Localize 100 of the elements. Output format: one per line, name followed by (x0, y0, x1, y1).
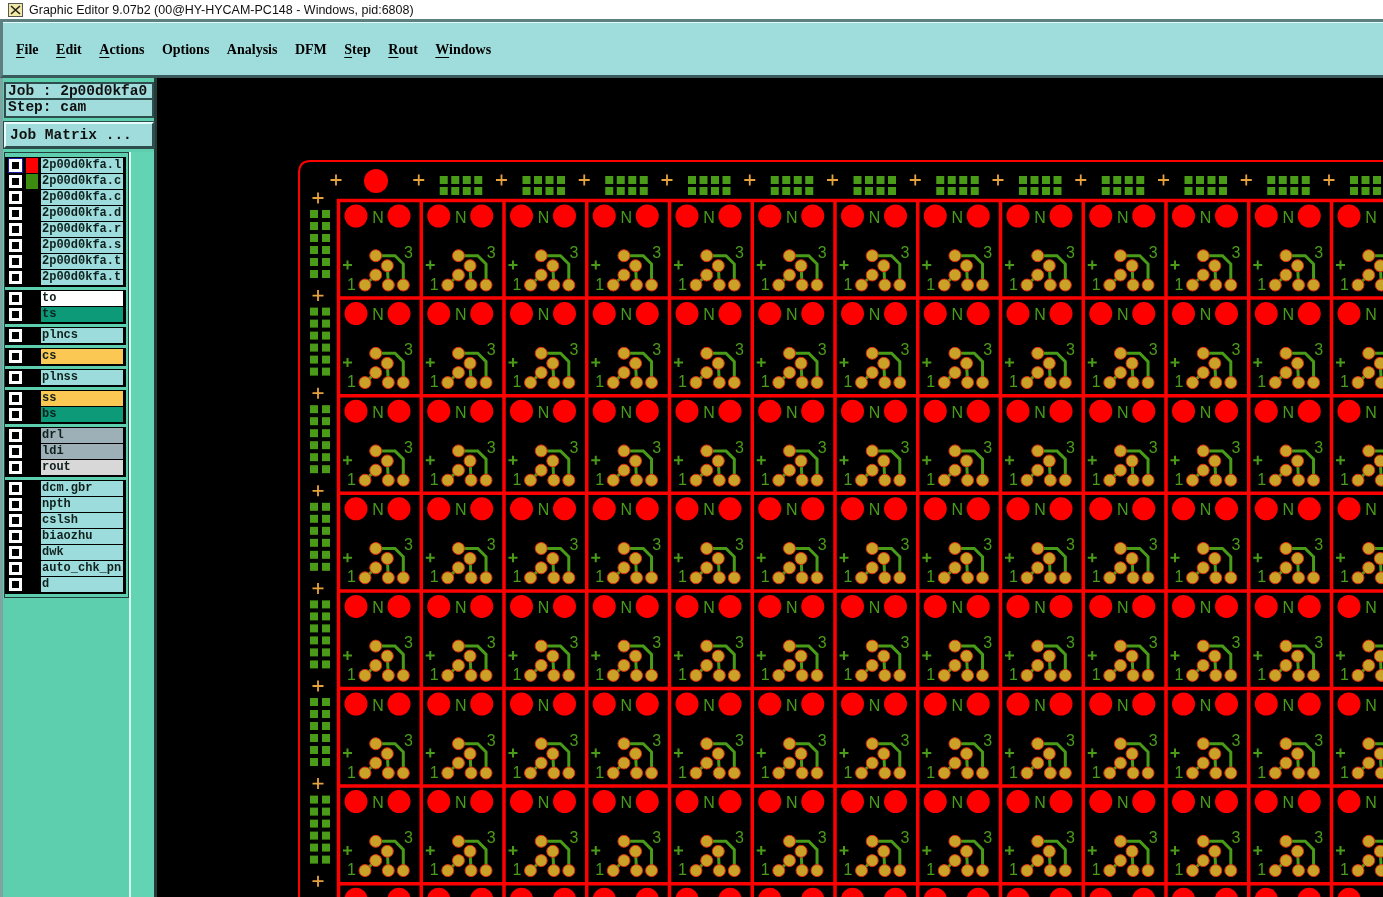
pin-number-label: 3 (1314, 341, 1324, 359)
layer-name[interactable]: cs (41, 349, 123, 364)
layer-name[interactable]: 2p00d0kfa.r (41, 222, 123, 237)
layer-checkbox[interactable] (8, 238, 23, 253)
plus-mark-icon (1086, 454, 1098, 466)
plus-mark-icon (991, 173, 1005, 187)
layer-name[interactable]: biaozhu (41, 529, 123, 544)
layer-checkbox[interactable] (8, 481, 23, 496)
layer-name[interactable]: dwk (41, 545, 123, 560)
round-pad (801, 692, 825, 716)
layer-checkbox[interactable] (8, 428, 23, 443)
layer-checkbox[interactable] (8, 497, 23, 512)
plus-mark-icon (424, 845, 436, 857)
layer-name[interactable]: dcm.gbr (41, 481, 123, 496)
layer-checkbox[interactable] (8, 391, 23, 406)
round-pad (470, 204, 494, 228)
pin-number-label: 1 (760, 568, 770, 586)
layer-checkbox[interactable] (8, 174, 23, 189)
layer-checkbox[interactable] (8, 529, 23, 544)
pin-number-label: 1 (1257, 568, 1267, 586)
menu-item[interactable]: Options (161, 42, 210, 58)
menu-item[interactable]: File (16, 42, 39, 58)
round-pad (884, 302, 907, 326)
pin-number-label: 1 (1091, 275, 1101, 293)
pin-number-label: 3 (652, 829, 662, 847)
pin-number-label: 1 (1009, 275, 1018, 293)
pin-number-label: 3 (900, 633, 910, 651)
round-pad (675, 204, 699, 228)
round-pad (841, 204, 864, 228)
layer-checkbox[interactable] (8, 545, 23, 560)
round-pad (1172, 692, 1195, 716)
layer-checkbox[interactable] (8, 270, 23, 285)
pin-number-label: 3 (1148, 633, 1158, 651)
layer-name[interactable]: 2p00d0kfa.c (41, 190, 123, 205)
layer-name[interactable]: 2p00d0kfa.s (41, 238, 123, 253)
silkscreen-label: N (1116, 403, 1129, 421)
layer-name[interactable]: 2p00d0kfa.c (41, 174, 123, 189)
menu-item[interactable]: Rout (388, 42, 418, 58)
plus-mark-icon (1335, 747, 1346, 759)
pin-number-label: 3 (1148, 341, 1158, 359)
layer-name[interactable]: 2p00d0kfa.t (41, 270, 123, 285)
layer-checkbox[interactable] (8, 222, 23, 237)
layer-name[interactable]: ts (41, 307, 123, 322)
layer-checkbox[interactable] (8, 349, 23, 364)
layer-name[interactable]: rout (41, 460, 123, 475)
layer-checkbox[interactable] (8, 407, 23, 422)
pin-number-label: 3 (486, 536, 496, 554)
plus-mark-icon (838, 454, 850, 466)
layer-name[interactable]: to (41, 291, 123, 306)
menu-item[interactable]: Edit (56, 42, 82, 58)
layer-name[interactable]: ldi (41, 444, 123, 459)
layer-checkbox[interactable] (8, 444, 23, 459)
layer-name[interactable]: 2p00d0kfa.l (41, 158, 123, 173)
menu-item[interactable]: Step (344, 42, 371, 58)
layer-name[interactable]: drl (41, 428, 123, 443)
layer-name[interactable]: ss (41, 391, 123, 406)
silkscreen-label: N (951, 306, 964, 324)
round-pad (1337, 399, 1361, 423)
round-pad (1297, 594, 1321, 618)
layer-checkbox[interactable] (8, 561, 23, 576)
layer-name[interactable]: plnss (41, 370, 123, 385)
menu-item[interactable]: Analysis (226, 42, 278, 58)
menu-item[interactable]: Windows (435, 42, 492, 58)
layer-name[interactable]: npth (41, 497, 123, 512)
silkscreen-label: N (537, 598, 550, 616)
layer-checkbox[interactable] (8, 460, 23, 475)
layer-name[interactable]: cslsh (41, 513, 123, 528)
layer-name[interactable]: 2p00d0kfa.d (41, 206, 123, 221)
silkscreen-label: N (868, 208, 881, 226)
pad-footprint-drawing (1351, 737, 1383, 780)
layer-checkbox[interactable] (8, 370, 23, 385)
round-pad (1049, 790, 1073, 814)
layer-checkbox[interactable] (8, 291, 23, 306)
layer-name[interactable]: bs (41, 407, 123, 422)
pin-number-label: 1 (1340, 373, 1349, 391)
job-matrix-button[interactable]: Job Matrix ... (4, 122, 154, 148)
round-pad (758, 204, 782, 228)
pin-number-label: 1 (760, 275, 770, 293)
step-name-field: Step: cam (4, 100, 154, 118)
pin-number-label: 1 (843, 275, 853, 293)
layer-checkbox[interactable] (8, 190, 23, 205)
silkscreen-label: N (537, 696, 550, 714)
layer-checkbox[interactable] (8, 328, 23, 343)
layer-checkbox[interactable] (8, 158, 23, 173)
layer-name[interactable]: 2p00d0kfa.t (41, 254, 123, 269)
pin-number-label: 1 (347, 763, 356, 781)
layer-checkbox[interactable] (8, 513, 23, 528)
round-pad (592, 692, 616, 716)
menu-item[interactable]: Actions (99, 42, 145, 58)
plus-mark-icon (507, 454, 519, 466)
layer-checkbox[interactable] (8, 254, 23, 269)
pin-number-label: 1 (512, 665, 522, 683)
menu-item[interactable]: DFM (294, 42, 327, 58)
layer-name[interactable]: d (41, 577, 123, 592)
layer-name[interactable]: plncs (41, 328, 123, 343)
layer-checkbox[interactable] (8, 307, 23, 322)
layer-checkbox[interactable] (8, 577, 23, 592)
layer-checkbox[interactable] (8, 206, 23, 221)
layer-name[interactable]: auto_chk_pn (41, 561, 123, 576)
silkscreen-label: N (785, 208, 798, 226)
